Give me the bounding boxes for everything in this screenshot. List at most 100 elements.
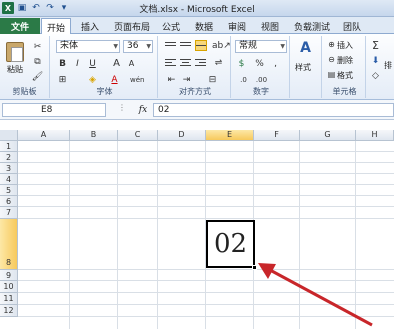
font-size-select[interactable]: 36 ▼: [123, 40, 153, 53]
format-cells-button[interactable]: 格式: [337, 70, 353, 81]
row-header-5[interactable]: 5: [0, 185, 18, 196]
format-painter-icon[interactable]: 🖌: [31, 70, 44, 83]
column-header-d[interactable]: D: [158, 130, 206, 141]
wrap-text-icon[interactable]: ⇌: [212, 56, 225, 69]
row-header-3[interactable]: 3: [0, 163, 18, 174]
align-right-icon[interactable]: [195, 59, 206, 68]
gridline: [355, 141, 356, 329]
row-header-7[interactable]: 7: [0, 207, 18, 219]
select-all-corner[interactable]: [0, 130, 18, 141]
column-header-f[interactable]: F: [254, 130, 300, 141]
paste-button-label[interactable]: 粘贴: [7, 64, 23, 75]
group-cells: ⊕ 插入 ⊖ 删除 ▤ 格式 单元格: [324, 36, 366, 98]
sort-filter-button[interactable]: 排: [384, 60, 392, 71]
align-left-icon[interactable]: [165, 59, 176, 68]
bold-button[interactable]: B: [56, 57, 69, 70]
tab-insert[interactable]: 插入: [76, 18, 104, 34]
increase-decimal-icon[interactable]: .0: [237, 73, 250, 86]
window-title: 文档.xlsx - Microsoft Excel: [139, 5, 255, 15]
styles-button[interactable]: 样式: [295, 62, 311, 73]
tab-file[interactable]: 文件: [0, 18, 40, 34]
column-header-h[interactable]: H: [356, 130, 394, 141]
row-header-9[interactable]: 9: [0, 270, 18, 281]
comma-button[interactable]: ,: [269, 57, 282, 70]
group-label-number: 数字: [253, 87, 269, 96]
row-header-6[interactable]: 6: [0, 196, 18, 207]
column-header-e[interactable]: E: [206, 130, 254, 141]
fill-handle[interactable]: [252, 265, 257, 270]
tab-view[interactable]: 视图: [256, 18, 284, 34]
gridline: [117, 141, 118, 329]
tab-team[interactable]: 团队: [338, 18, 366, 34]
insert-cells-button[interactable]: 插入: [337, 40, 353, 51]
worksheet-grid[interactable]: A B C D E F G H 1 2 3 4 5 6 7 8 9 10 11 …: [0, 120, 394, 329]
group-label-clipboard: 剪贴板: [12, 87, 37, 96]
underline-button[interactable]: U: [86, 57, 99, 70]
tab-review[interactable]: 审阅: [223, 18, 251, 34]
active-cell-e8[interactable]: 02: [206, 220, 255, 268]
column-header-a[interactable]: A: [18, 130, 70, 141]
tab-formulas[interactable]: 公式: [157, 18, 185, 34]
number-format-select[interactable]: 常规 ▼: [235, 40, 287, 53]
decrease-indent-icon[interactable]: ⇤: [165, 73, 178, 86]
align-middle-icon[interactable]: [180, 42, 191, 51]
tab-page-layout[interactable]: 页面布局: [109, 18, 155, 34]
merge-cells-icon[interactable]: ⊟: [206, 73, 219, 86]
italic-button[interactable]: I: [71, 57, 84, 70]
row-header-8[interactable]: 8: [0, 219, 18, 270]
ribbon: 粘贴 ✂ ⧉ 🖌 剪贴板 宋体 ▼ 36 ▼ B I U A A ⊞ ◈ A wén…: [0, 34, 394, 100]
column-header-c[interactable]: C: [118, 130, 158, 141]
clear-icon[interactable]: ◇: [369, 69, 382, 82]
gridline: [18, 316, 394, 317]
ribbon-tabs: 文件 开始 插入 页面布局 公式 数据 审阅 视图 负载测试 团队: [0, 17, 394, 35]
row-header-2[interactable]: 2: [0, 152, 18, 163]
paste-icon[interactable]: [6, 42, 24, 62]
tab-home[interactable]: 开始: [41, 18, 72, 35]
group-number: 常规 ▼ $ % , .0 .00 数字: [233, 36, 290, 98]
insert-function-icon[interactable]: fx: [136, 103, 150, 117]
styles-icon[interactable]: A: [299, 40, 312, 56]
shrink-font-button[interactable]: A: [125, 57, 138, 70]
gridline: [18, 206, 394, 207]
gridline: [18, 304, 394, 305]
gridline: [69, 141, 70, 329]
gridline: [299, 141, 300, 329]
orientation-icon[interactable]: ab↗: [212, 39, 231, 52]
borders-icon[interactable]: ⊞: [56, 73, 69, 86]
copy-icon[interactable]: ⧉: [31, 55, 44, 68]
row-header-4[interactable]: 4: [0, 174, 18, 185]
autosum-button[interactable]: Σ: [369, 39, 382, 52]
gridline: [18, 218, 394, 219]
row-header-11[interactable]: 11: [0, 293, 18, 305]
currency-button[interactable]: $: [235, 57, 248, 70]
column-header-b[interactable]: B: [70, 130, 118, 141]
column-header-g[interactable]: G: [300, 130, 356, 141]
decrease-decimal-icon[interactable]: .00: [255, 73, 268, 86]
group-styles: A 样式: [292, 36, 322, 98]
name-box[interactable]: E8: [2, 103, 106, 117]
fill-color-icon[interactable]: ◈: [86, 73, 99, 86]
tab-data[interactable]: 数据: [190, 18, 218, 34]
font-color-button[interactable]: A: [108, 73, 121, 86]
phonetic-button[interactable]: wén: [130, 73, 144, 86]
gridline: [18, 173, 394, 174]
fill-icon[interactable]: ⬇: [369, 54, 382, 67]
row-header-1[interactable]: 1: [0, 141, 18, 152]
row-header-12[interactable]: 12: [0, 305, 18, 317]
align-center-icon[interactable]: [180, 59, 191, 68]
gridline: [18, 280, 394, 281]
align-top-icon[interactable]: [165, 42, 176, 51]
formula-input[interactable]: 02: [153, 103, 394, 117]
percent-button[interactable]: %: [253, 57, 266, 70]
group-editing: Σ ⬇ ◇ 排: [368, 36, 394, 98]
tab-load-test[interactable]: 负载测试: [289, 18, 335, 34]
delete-cells-button[interactable]: 删除: [337, 55, 353, 66]
cut-icon[interactable]: ✂: [31, 40, 44, 53]
increase-indent-icon[interactable]: ⇥: [180, 73, 193, 86]
align-bottom-icon[interactable]: [195, 40, 207, 51]
group-alignment: ab↗ ⇌ ⇤ ⇥ ⊟ 对齐方式: [160, 36, 231, 98]
font-name-select[interactable]: 宋体 ▼: [56, 40, 120, 53]
gridline: [18, 151, 394, 152]
grow-font-button[interactable]: A: [110, 57, 123, 70]
row-header-10[interactable]: 10: [0, 281, 18, 293]
